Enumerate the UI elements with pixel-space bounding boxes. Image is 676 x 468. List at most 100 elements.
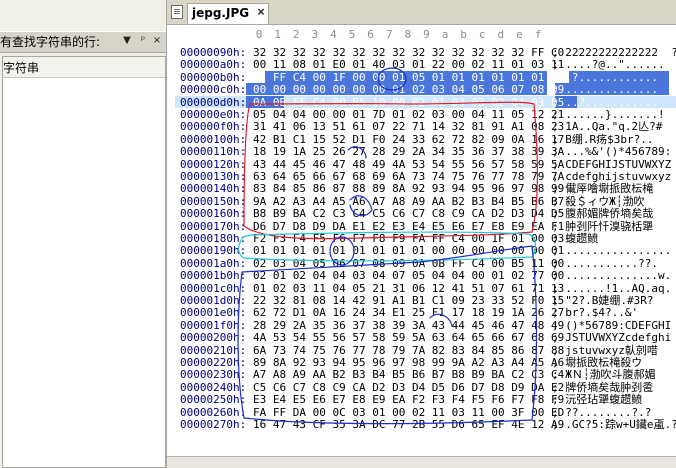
- row-ascii[interactable]: ; .GC?5:踪w+U鑶e颪.?: [552, 419, 676, 431]
- table-row[interactable]: 000001d0h: 22 32 81 08 14 42 91 A1 B1 C1 …: [175, 295, 676, 307]
- row-hex-bytes[interactable]: 89 8A 92 93 94 95 96 97 98 99 9A A2 A3 A…: [253, 357, 564, 369]
- row-ascii[interactable]: ; ....?@.."......: [552, 59, 665, 71]
- row-hex-bytes[interactable]: 83 84 85 86 87 88 89 8A 92 93 94 95 96 9…: [253, 183, 564, 195]
- table-row[interactable]: 000000c0h: 00 00 00 00 00 00 00 01 02 03 …: [175, 84, 676, 96]
- row-ascii[interactable]: ; 肿刭阡忏溴骁栝犟: [552, 220, 653, 233]
- row-hex-bytes[interactable]: 18 19 1A 25 26 27 28 29 2A 34 35 36 37 3…: [253, 146, 564, 158]
- row-hex-bytes[interactable]: 00 11 08 01 E0 01 40 03 01 22 00 02 11 0…: [253, 59, 564, 71]
- table-row[interactable]: 00000090h: 32 32 32 32 32 32 32 32 32 32 …: [175, 47, 676, 59]
- table-row[interactable]: 000000e0h: 05 04 04 00 00 01 7D 01 02 03 …: [175, 109, 676, 121]
- table-row[interactable]: 00000120h: 43 44 45 46 47 48 49 4A 53 54 …: [175, 158, 676, 171]
- row-ascii[interactable]: ; 22222222222222 ?: [552, 47, 676, 59]
- table-row[interactable]: 00000100h: 42 B1 C1 15 52 D1 F0 24 33 62 …: [175, 133, 676, 146]
- row-hex-bytes[interactable]: 9A A2 A3 A4 A5 A6 A7 A8 A9 AA B2 B3 B4 B…: [253, 195, 564, 208]
- row-ascii[interactable]: ; br?.$4?..&': [552, 307, 638, 319]
- row-hex-bytes[interactable]: C5 C6 C7 C8 C9 CA D2 D3 D4 D5 D6 D7 D8 D…: [253, 381, 564, 394]
- row-hex-bytes[interactable]: F2 F3 F4 F5 F6 F7 F8 F9 FA FF C4 00 1F 0…: [253, 233, 564, 245]
- table-row[interactable]: 000001c0h: 01 02 03 11 04 05 21 31 06 12 …: [175, 282, 676, 295]
- row-hex-bytes[interactable]: 01 02 03 11 04 05 21 31 06 12 41 51 07 6…: [253, 282, 564, 295]
- row-ascii[interactable]: ; ...........??.: [552, 257, 658, 270]
- hex-editor-view[interactable]: 0123456789abcdef 00000090h: 32 32 32 32 3…: [167, 25, 676, 468]
- row-ascii[interactable]: ; 沅弪玷犟蝮趱鲼: [552, 394, 642, 406]
- table-row[interactable]: 000000a0h: 00 11 08 01 E0 01 40 03 01 22 …: [175, 59, 676, 71]
- row-ascii[interactable]: ; ()*56789:CDEFGHI: [552, 319, 671, 332]
- row-ascii[interactable]: ; jstuvwxyz倝剠唶: [552, 344, 658, 357]
- row-ascii[interactable]: ; ??........?.?: [552, 406, 651, 419]
- row-hex-bytes[interactable]: 4A 53 54 55 56 57 58 59 5A 63 64 65 66 6…: [253, 332, 564, 344]
- table-row[interactable]: 00000140h: 83 84 85 86 87 88 89 8A 92 93 …: [175, 183, 676, 195]
- row-hex-bytes[interactable]: 02 01 02 04 04 03 04 07 05 04 04 00 01 0…: [253, 270, 564, 282]
- row-hex-bytes[interactable]: 42 B1 C1 15 52 D1 F0 24 33 62 72 82 09 0…: [253, 133, 564, 146]
- row-hex-bytes[interactable]: 0A 0B FF C4 00 B5 10 00 02 01 03 03 02 0…: [253, 96, 564, 109]
- row-ascii[interactable]: ; 牌侨墒矣哉肿刭卺: [552, 381, 653, 394]
- table-row[interactable]: 00000240h: C5 C6 C7 C8 C9 CA D2 D3 D4 D5 …: [175, 381, 676, 394]
- tab-close-icon[interactable]: ×: [257, 5, 265, 20]
- row-ascii[interactable]: ; ......!1..AQ.aq.: [552, 282, 671, 295]
- row-hex-bytes[interactable]: 05 04 04 00 00 01 7D 01 02 03 00 04 11 0…: [253, 109, 564, 121]
- row-ascii[interactable]: ; CDEFGHIJSTUVWXYZ: [552, 158, 671, 171]
- row-ascii[interactable]: ; ..............w.: [552, 270, 671, 282]
- table-row[interactable]: 000001b0h: 02 01 02 04 04 03 04 07 05 04 …: [175, 270, 676, 282]
- row-ascii[interactable]: ; ..?...........: [552, 96, 658, 109]
- close-icon[interactable]: ×: [151, 34, 163, 48]
- row-ascii[interactable]: ; JSTUVWXYZcdefghi: [552, 332, 671, 344]
- list-item[interactable]: 字符串: [3, 57, 165, 78]
- table-row[interactable]: 000001e0h: 62 72 D1 0A 16 24 34 E1 25 F1 …: [175, 307, 676, 319]
- table-row[interactable]: 000001f0h: 28 29 2A 35 36 37 38 39 3A 43 …: [175, 319, 676, 332]
- table-row[interactable]: 00000160h: B8 B9 BA C2 C3 C4 C5 C6 C7 C8 …: [175, 208, 676, 220]
- table-row[interactable]: 000000b0h: 01 FF C4 00 1F 00 00 01 05 01 …: [175, 71, 676, 84]
- tab-jepg-jpg[interactable]: jepg.JPG ×: [187, 3, 269, 24]
- row-ascii[interactable]: ; ................: [552, 245, 671, 257]
- table-row[interactable]: 000000d0h: 0A 0B FF C4 00 B5 10 00 02 01 …: [175, 96, 676, 109]
- row-hex-bytes[interactable]: 22 32 81 08 14 42 91 A1 B1 C1 09 23 33 5…: [253, 295, 564, 307]
- row-hex-bytes[interactable]: 02 03 04 05 06 07 08 09 0A 0B FF C4 00 B…: [253, 257, 564, 270]
- row-ascii[interactable]: ; 蝮趱鲼: [552, 233, 598, 245]
- row-hex-bytes[interactable]: B8 B9 BA C2 C3 C4 C5 C6 C7 C8 C9 CA D2 D…: [253, 208, 564, 220]
- table-row[interactable]: 00000190h: 01 01 01 01 01 01 01 01 01 00 …: [175, 245, 676, 257]
- table-row[interactable]: 00000270h: 16 47 43 CF 35 3A DC 77 2B 55 …: [175, 419, 676, 431]
- row-ascii[interactable]: ; "2?.B婕绷.#3R?: [552, 295, 653, 307]
- row-hex-bytes[interactable]: 01 FF C4 00 1F 00 00 01 05 01 01 01 01 0…: [253, 71, 564, 84]
- row-hex-bytes[interactable]: FA FF DA 00 0C 03 01 00 02 11 03 11 00 3…: [253, 406, 564, 419]
- table-row[interactable]: 000001a0h: 02 03 04 05 06 07 08 09 0A 0B …: [175, 257, 676, 270]
- row-ascii[interactable]: ; B绷.R疡$3br?..: [552, 133, 653, 146]
- table-row[interactable]: 00000170h: D6 D7 D8 D9 DA E1 E2 E3 E4 E5 …: [175, 220, 676, 233]
- row-hex-bytes[interactable]: 16 47 43 CF 35 3A DC 77 2B 55 D6 65 EF 4…: [253, 419, 564, 431]
- search-results-list[interactable]: 字符串: [2, 56, 166, 468]
- table-row[interactable]: 00000180h: F2 F3 F4 F5 F6 F7 F8 F9 FA FF …: [175, 233, 676, 245]
- row-hex-bytes[interactable]: 6A 73 74 75 76 77 78 79 7A 82 83 84 85 8…: [253, 344, 564, 357]
- row-hex-bytes[interactable]: 31 41 06 13 51 61 07 22 71 14 32 81 91 A…: [253, 121, 564, 133]
- row-ascii[interactable]: ; ......}.......!: [552, 109, 665, 121]
- row-hex-bytes[interactable]: 01 01 01 01 01 01 01 01 01 00 00 00 00 0…: [253, 245, 564, 257]
- row-ascii[interactable]: ; 腹郝媚牌侨墒矣哉: [552, 208, 653, 220]
- row-hex-bytes[interactable]: 28 29 2A 35 36 37 38 39 3A 43 44 45 46 4…: [253, 319, 564, 332]
- row-hex-bytes[interactable]: 32 32 32 32 32 32 32 32 32 32 32 32 32 3…: [253, 47, 564, 59]
- row-hex-bytes[interactable]: D6 D7 D8 D9 DA E1 E2 E3 E4 E5 E6 E7 E8 E…: [253, 220, 564, 233]
- table-row[interactable]: 000000f0h: 31 41 06 13 51 61 07 22 71 14 …: [175, 121, 676, 133]
- row-address: 00000230h:: [180, 368, 247, 382]
- row-ascii[interactable]: ; .?............: [552, 71, 658, 84]
- row-ascii[interactable]: ; 1A..Qa."q.2亾?#: [552, 121, 662, 133]
- horizontal-scrollbar[interactable]: [167, 456, 676, 468]
- row-hex-bytes[interactable]: 63 64 65 66 67 68 69 6A 73 74 75 76 77 7…: [253, 171, 564, 183]
- row-hex-bytes[interactable]: 00 00 00 00 00 00 00 01 02 03 04 05 06 0…: [253, 84, 564, 96]
- table-row[interactable]: 00000200h: 4A 53 54 55 56 57 58 59 5A 63 …: [175, 332, 676, 344]
- column-label-14: e: [516, 28, 523, 41]
- row-hex-bytes[interactable]: 43 44 45 46 47 48 49 4A 53 54 55 56 57 5…: [253, 158, 564, 171]
- row-ascii[interactable]: ; ЖＮ┆渤吹斗腹郝媚: [552, 369, 656, 381]
- dropdown-icon[interactable]: ▼: [121, 34, 133, 48]
- table-row[interactable]: 00000110h: 18 19 1A 25 26 27 28 29 2A 34 …: [175, 146, 676, 158]
- row-hex-bytes[interactable]: 62 72 D1 0A 16 24 34 E1 25 F1 17 18 19 1…: [253, 307, 564, 319]
- table-row[interactable]: 00000210h: 6A 73 74 75 76 77 78 79 7A 82 …: [175, 344, 676, 357]
- row-hex-bytes[interactable]: E3 E4 E5 E6 E7 E8 E9 EA F2 F3 F4 F5 F6 F…: [253, 394, 564, 406]
- table-row[interactable]: 00000230h: A7 A8 A9 AA B2 B3 B4 B5 B6 B7 …: [175, 369, 676, 381]
- row-hex-bytes[interactable]: A7 A8 A9 AA B2 B3 B4 B5 B6 B7 B8 B9 BA C…: [253, 369, 564, 381]
- row-ascii[interactable]: ; 殺＄ィウЖ┆渤吹: [552, 195, 645, 208]
- pin-icon[interactable]: ᵖ: [137, 34, 149, 48]
- row-ascii[interactable]: ; 儎厗噲墛挀敃枟槞: [552, 183, 653, 195]
- row-ascii[interactable]: ; ..............: [552, 84, 658, 96]
- table-row[interactable]: 00000150h: 9A A2 A3 A4 A5 A6 A7 A8 A9 AA …: [175, 195, 676, 208]
- table-row[interactable]: 00000250h: E3 E4 E5 E6 E7 E8 E9 EA F2 F3 …: [175, 394, 676, 406]
- row-ascii[interactable]: ; ...%&'()*456789:: [552, 146, 671, 158]
- table-row[interactable]: 00000260h: FA FF DA 00 0C 03 01 00 02 11 …: [175, 406, 676, 419]
